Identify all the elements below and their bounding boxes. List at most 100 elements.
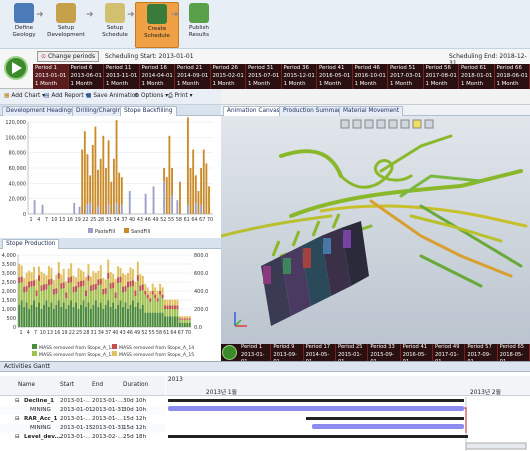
gantt-scrollbar[interactable] [466, 443, 526, 449]
expand-icon[interactable]: ⊟ [15, 397, 20, 406]
period-cell[interactable]: Period 612018-01-011 Month [459, 64, 495, 89]
period-cell[interactable]: Period 362015-12-011 Month [282, 64, 318, 89]
geology-icon [14, 3, 34, 23]
bar-segment [18, 277, 20, 283]
gantt-row[interactable]: ⊟Decline_12013-01-...2013-01-...30d 10h [0, 397, 165, 406]
y-tick-label: 4,000 [2, 253, 16, 259]
period-date: 2017-03-01 [390, 72, 423, 80]
bar-segment [83, 272, 85, 281]
period-strip[interactable]: Period 12013-01-011 MonthPeriod 62013-06… [33, 64, 530, 89]
tab-production-summary[interactable]: Production Summary [279, 106, 348, 116]
tab-stope-production[interactable]: Stope Production [2, 239, 59, 249]
period-cell[interactable]: Period 262015-02-011 Month [211, 64, 247, 89]
canvas-period-name: Period 41 [403, 344, 432, 352]
options-button[interactable]: ⚙ Options ▾ [134, 93, 168, 99]
tab-animation-canvas[interactable]: Animation Canvas [223, 106, 284, 116]
period-cell[interactable]: Period 312015-07-011 Month [246, 64, 282, 89]
period-cell[interactable]: Period 212014-09-011 Month [175, 64, 211, 89]
publish-results-button[interactable]: Publish Results [177, 2, 221, 48]
period-cell[interactable]: Period 12013-01-011 Month [33, 64, 69, 89]
save-animation-button[interactable]: ■ Save Animation [86, 93, 139, 99]
canvas-period-cell[interactable]: Period 572017-09-01 [465, 344, 497, 361]
bar-segment [83, 286, 85, 300]
canvas-period-cell[interactable]: Period 92013-09-01 [271, 344, 303, 361]
bar-segment [95, 273, 97, 284]
expand-icon[interactable]: ⊟ [15, 415, 20, 424]
canvas-period-cell[interactable]: Period 332015-09-01 [368, 344, 400, 361]
bar-segment [50, 303, 52, 327]
tab-material-movement[interactable]: Material Movement [339, 106, 403, 116]
bar-sandfill [205, 163, 207, 214]
period-cell[interactable]: Period 462016-10-011 Month [353, 64, 389, 89]
canvas-period-cell[interactable]: Period 652018-05-01 [498, 344, 530, 361]
setup-development-button[interactable]: Setup Development [44, 2, 88, 48]
bar-segment [26, 286, 28, 292]
period-date: 2013-06-01 [71, 72, 104, 80]
period-name: Period 36 [284, 64, 317, 72]
change-periods-button[interactable]: ⊙ Change periods [37, 51, 99, 62]
legend-label: SandFill [131, 229, 150, 235]
bar-segment [157, 298, 159, 302]
bar-segment [181, 320, 183, 323]
canvas-period-cell[interactable]: Period 172014-05-01 [304, 344, 336, 361]
bar-segment [134, 296, 136, 307]
bar-segment [48, 266, 50, 279]
gantt-row[interactable]: MINING2013-01-012013-01-3130d 10h [0, 406, 165, 415]
create-schedule-button[interactable]: Create Schedule [135, 2, 179, 48]
bar-segment [58, 279, 60, 301]
gantt-row[interactable]: ⊟RAR_Acc_12013-01-...2013-01-...15d 12h [0, 415, 165, 424]
bar-segment [176, 309, 178, 316]
bar-segment [169, 316, 171, 327]
bar-segment [159, 284, 161, 291]
canvas-period-cell[interactable]: Period 12013-01-01 [239, 344, 271, 361]
period-dur: 1 Month [142, 80, 175, 88]
add-chart-button[interactable]: ▦ Add Chart ▾ [4, 93, 45, 99]
gantt-summary-bar[interactable] [306, 417, 464, 420]
stope-blocks [261, 214, 369, 326]
period-cell[interactable]: Period 512017-03-011 Month [388, 64, 424, 89]
gantt-row[interactable]: ⊟Level_dev...2013-01-...2013-02-...25d 1… [0, 433, 165, 442]
print-button[interactable]: ⎙ Print ▾ [168, 93, 193, 100]
canvas-period-cell[interactable]: Period 412016-05-01 [401, 344, 433, 361]
period-cell[interactable]: Period 162014-04-011 Month [140, 64, 176, 89]
gantt-task-bar[interactable] [168, 406, 464, 411]
define-geology-button[interactable]: Define Geology [2, 2, 46, 48]
period-cell[interactable]: Period 562017-08-011 Month [424, 64, 460, 89]
expand-icon[interactable]: ⊟ [15, 433, 20, 442]
tab-stope-backfilling[interactable]: Stope Backfilling [120, 106, 177, 116]
command-bar: ▦ Add Chart ▾ ▤ Add Report ▾ ■ Save Anim… [0, 89, 221, 105]
bar-segment [162, 298, 164, 312]
bar-segment [105, 305, 107, 327]
view-tool-icons[interactable] [341, 120, 433, 128]
period-cell[interactable]: Period 62013-06-011 Month [69, 64, 105, 89]
mine-3d-view[interactable] [221, 116, 530, 336]
add-report-button[interactable]: ▤ Add Report ▾ [44, 93, 88, 99]
bar-segment [149, 302, 151, 313]
report-icon: ▤ [44, 93, 49, 99]
period-date: 2015-07-01 [248, 72, 281, 80]
gantt-summary-bar[interactable] [168, 435, 468, 438]
gantt-row[interactable]: MINING2013-01-152013-01-3115d 12h [0, 424, 165, 433]
bar-segment [184, 320, 186, 323]
canvas-period-cell[interactable]: Period 252015-01-01 [336, 344, 368, 361]
setup-schedule-button[interactable]: Setup Schedule [93, 2, 137, 48]
gantt-task-bar[interactable] [312, 424, 464, 429]
bar-segment [75, 286, 77, 292]
bar-segment [171, 309, 173, 316]
bar-segment [90, 277, 92, 286]
canvas-play-button[interactable] [222, 345, 237, 360]
tab-development-headings[interactable]: Development Headings [2, 106, 78, 116]
canvas-timeline[interactable]: Period 12013-01-01Period 92013-09-01Peri… [221, 344, 530, 361]
bar-segment [68, 283, 70, 305]
period-cell[interactable]: Period 112013-11-011 Month [104, 64, 140, 89]
period-name: Period 11 [106, 64, 139, 72]
period-name: Period 21 [177, 64, 210, 72]
legend-label: PasteFill [95, 229, 115, 235]
period-cell[interactable]: Period 412016-05-011 Month [317, 64, 353, 89]
animation-canvas[interactable]: Animation Canvas Production Summary Mate… [221, 105, 530, 361]
bar-segment [33, 300, 35, 327]
bar-segment [80, 281, 82, 287]
canvas-period-cell[interactable]: Period 492017-01-01 [433, 344, 465, 361]
gantt-summary-bar[interactable] [168, 399, 464, 402]
period-cell[interactable]: Period 662018-06-011 Month [495, 64, 530, 89]
